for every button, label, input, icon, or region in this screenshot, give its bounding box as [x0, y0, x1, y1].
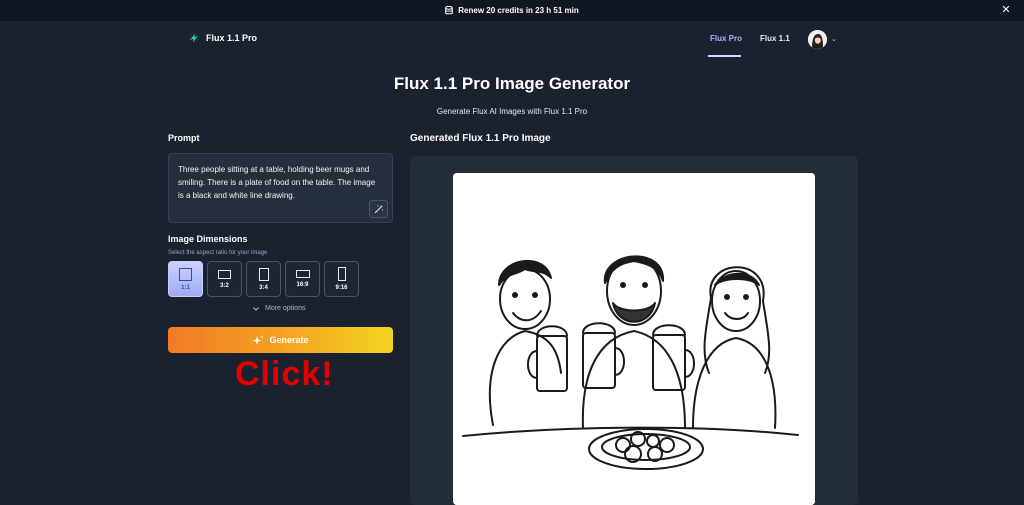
- ratio-label: 9:16: [335, 285, 348, 291]
- top-nav: Flux 1.1 Pro Flux Pro Flux 1.1 ⌄: [0, 21, 1024, 61]
- active-nav-indicator: [708, 55, 741, 57]
- ratio-label: 3:4: [259, 284, 268, 291]
- chevron-down-icon[interactable]: ⌄: [831, 35, 837, 43]
- tall-ratio-icon: [337, 267, 346, 281]
- generate-button[interactable]: Generate: [168, 327, 393, 353]
- ratio-label: 3:2: [220, 282, 229, 289]
- aspect-ratio-selector: 1:1 3:2 3:4 16:9 9:16: [168, 261, 359, 297]
- enhance-prompt-button[interactable]: [369, 200, 388, 218]
- user-avatar-icon: [808, 30, 827, 49]
- nav-link-flux-pro[interactable]: Flux Pro: [710, 34, 742, 43]
- portrait-ratio-icon: [258, 267, 269, 281]
- magic-wand-icon: [374, 204, 383, 214]
- prompt-input[interactable]: Three people sitting at a table, holding…: [168, 153, 393, 223]
- square-ratio-icon: [179, 267, 192, 281]
- landscape-ratio-icon: [218, 269, 231, 279]
- click-annotation: Click!: [235, 355, 334, 393]
- credits-banner: Renew 20 credits in 23 h 51 min: [0, 0, 1024, 21]
- chevron-down-icon: [253, 306, 259, 311]
- ratio-option-3-2[interactable]: 3:2: [207, 261, 242, 297]
- logo[interactable]: Flux 1.1 Pro: [188, 32, 257, 44]
- ratio-label: 1:1: [181, 284, 190, 291]
- ratio-label: 16:9: [296, 282, 309, 288]
- ratio-option-9-16[interactable]: 9:16: [324, 261, 359, 297]
- dimensions-hint: Select the aspect ratio for your image: [168, 250, 268, 256]
- database-icon: [445, 6, 454, 15]
- generated-line-drawing-image-icon: [453, 173, 815, 505]
- generated-image[interactable]: [453, 173, 815, 505]
- ratio-option-1-1[interactable]: 1:1: [168, 261, 203, 297]
- sparkles-icon: [252, 335, 264, 345]
- avatar[interactable]: [808, 30, 827, 49]
- close-icon[interactable]: ✕: [1000, 4, 1012, 16]
- ratio-option-3-4[interactable]: 3:4: [246, 261, 281, 297]
- prompt-label: Prompt: [168, 133, 200, 143]
- page-title: Flux 1.1 Pro Image Generator: [393, 74, 631, 93]
- ratio-option-16-9[interactable]: 16:9: [285, 261, 320, 297]
- page-subtitle: Generate Flux AI Images with Flux 1.1 Pr…: [436, 107, 588, 116]
- more-options-label: More options: [265, 305, 306, 312]
- dimensions-label: Image Dimensions: [168, 234, 248, 244]
- flux-logo-icon: [188, 32, 200, 44]
- result-label: Generated Flux 1.1 Pro Image: [410, 133, 551, 144]
- more-options-toggle[interactable]: More options: [253, 305, 305, 312]
- widescreen-ratio-icon: [295, 270, 310, 278]
- generate-label: Generate: [269, 335, 309, 345]
- logo-text: Flux 1.1 Pro: [206, 33, 258, 43]
- banner-text: Renew 20 credits in 23 h 51 min: [458, 6, 579, 15]
- nav-link-flux-1-1[interactable]: Flux 1.1: [760, 34, 790, 43]
